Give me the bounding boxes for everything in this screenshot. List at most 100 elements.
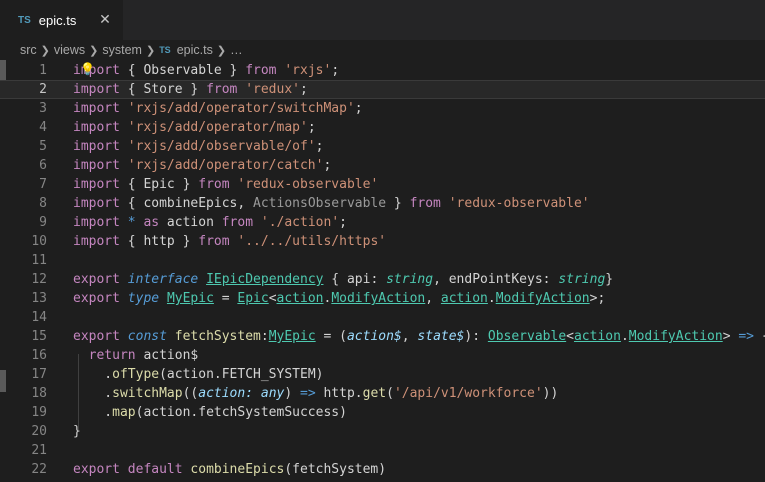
code-token: import [73,215,120,230]
code-text: } [73,422,81,441]
line-number: 14 [31,310,47,325]
code-editor[interactable]: 1 import { Observable } from 'rxjs'; 2 impo… [0,60,765,482]
code-token: return [88,348,136,363]
code-line[interactable]: 8 import { combineEpics, ActionsObservabl… [0,194,765,213]
code-line[interactable]: 5 import 'rxjs/add/observable/of'; [0,137,765,156]
breadcrumb-item-file[interactable]: epic.ts [177,43,213,57]
code-line[interactable]: 7 import { Epic } from 'redux-observable' [0,175,765,194]
code-line[interactable]: 11 [0,251,765,270]
code-token: default [127,462,183,477]
code-line[interactable]: 21 [0,441,765,460]
code-token: ModifyAction [628,329,723,344]
line-number: 8 [39,196,47,211]
chevron-right-icon: ❯ [216,44,227,57]
code-token: , endPointKeys: [433,272,559,287]
code-line[interactable]: 18 .switchMap((action: any) => http.get(… [0,384,765,403]
code-token: import [73,101,120,116]
code-line[interactable]: 13 export type MyEpic = Epic<action.Modif… [0,289,765,308]
breadcrumb-more[interactable]: … [230,43,243,57]
code-text: .switchMap((action: any) => http.get('/a… [73,384,558,403]
code-token: 'rxjs/add/operator/map' [127,120,308,135]
code-line[interactable]: 4 import 'rxjs/add/operator/map'; [0,118,765,137]
code-token: ; [339,215,347,230]
code-text: import 'rxjs/add/observable/of'; [73,137,323,156]
code-text: export type MyEpic = Epic<action.ModifyA… [73,289,605,308]
code-token: ; [307,120,316,135]
chevron-right-icon: ❯ [145,44,156,57]
tab-epic-ts[interactable]: TS epic.ts ✕ [0,0,123,40]
code-text: import { combineEpics, ActionsObservable… [73,194,590,213]
code-token: ModifyAction [495,291,590,306]
code-token: state$ [417,329,465,344]
line-number: 18 [31,386,47,401]
code-line[interactable]: 1 import { Observable } from 'rxjs'; [0,61,765,80]
code-token: from [206,82,238,97]
code-line[interactable]: 6 import 'rxjs/add/operator/catch'; [0,156,765,175]
code-token: from [198,177,230,192]
code-token: } [605,272,614,287]
code-token: ): [464,329,488,344]
lightbulb-icon[interactable]: 💡 [80,62,95,76]
code-token: )) [542,386,559,401]
code-token: '../../utils/https' [237,234,387,249]
code-line[interactable]: 17 .ofType(action.FETCH_SYSTEM) [0,365,765,384]
line-number: 16 [31,348,47,363]
code-token: { Epic } [119,177,199,192]
code-token: . [620,329,629,344]
line-number: 3 [39,101,47,116]
code-line[interactable]: 2 import { Store } from 'redux'; [0,80,765,99]
line-number: 20 [31,424,47,439]
code-token: { http } [119,234,199,249]
code-line[interactable]: 14 [0,308,765,327]
code-text: export interface IEpicDependency { api: … [73,270,613,289]
code-token: map [112,405,136,420]
typescript-file-icon: TS [18,14,31,26]
code-token: action$ [135,348,199,363]
code-token: from [245,63,277,78]
code-line[interactable]: 3 import 'rxjs/add/operator/switchMap'; [0,99,765,118]
code-line[interactable]: 16 return action$ [0,346,765,365]
code-text: import * as action from './action'; [73,213,347,232]
line-number: 17 [31,367,47,382]
breadcrumb-item-views[interactable]: views [54,43,85,57]
breadcrumb-item-system[interactable]: system [102,43,142,57]
code-token: => [738,329,755,344]
code-text: import { Store } from 'redux'; [73,81,308,98]
code-text: return action$ [73,346,199,365]
code-token: export [73,329,120,344]
code-token: Epic [237,291,269,306]
tab-title: epic.ts [38,12,77,28]
code-line[interactable]: 19 .map(action.fetchSystemSuccess) [0,403,765,422]
code-token: 'rxjs/add/observable/of' [127,139,316,154]
code-line[interactable]: 12 export interface IEpicDependency { api… [0,270,765,289]
code-token: = ( [315,329,347,344]
code-token: http. [315,386,363,401]
code-token: { combineEpics, [119,196,254,211]
code-line[interactable]: 15 export const fetchSystem:MyEpic = (act… [0,327,765,346]
code-token: ; [300,82,308,97]
code-line[interactable]: 22 export default combineEpics(fetchSyste… [0,460,765,479]
code-token: switchMap [112,386,183,401]
code-token: import [73,82,120,97]
close-icon[interactable]: ✕ [97,11,113,27]
code-token: . [73,405,113,420]
code-line[interactable]: 20} [0,422,765,441]
code-token: 'redux-observable' [448,196,590,211]
code-token: MyEpic [268,329,316,344]
code-token: < [268,291,277,306]
code-token: * [127,215,136,230]
code-line[interactable]: 9 import * as action from './action'; [0,213,765,232]
code-line[interactable]: 10 import { http } from '../../utils/http… [0,232,765,251]
code-token: import [73,120,120,135]
code-token: import [73,196,120,211]
breadcrumb-item-src[interactable]: src [20,43,37,57]
line-number: 6 [39,158,47,173]
chevron-right-icon: ❯ [89,44,99,57]
